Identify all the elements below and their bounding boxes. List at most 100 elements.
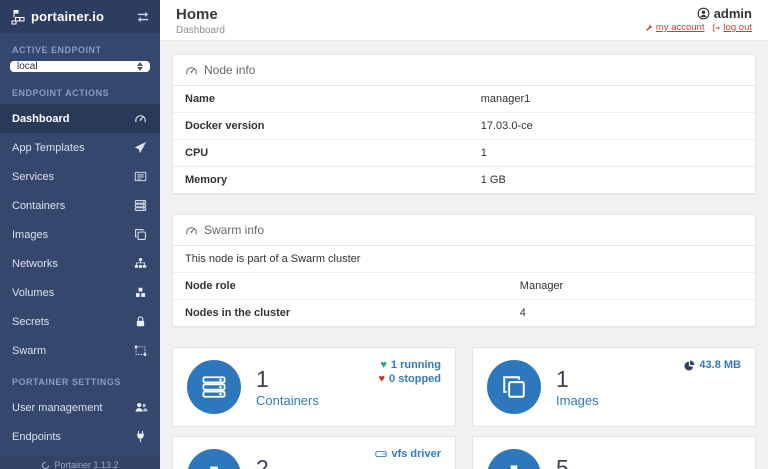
sidebar-item-label: Services: [12, 170, 55, 183]
page-header: Home Dashboard admin my account log out: [160, 0, 768, 41]
networks-tile[interactable]: 5 Networks: [472, 436, 756, 469]
sidebar-item-images[interactable]: Images: [0, 220, 160, 249]
portainer-logo[interactable]: portainer.io: [10, 9, 104, 25]
containers-tile[interactable]: 1 Containers ♥ 1 running ♥ 0 stopped: [172, 347, 456, 427]
rocket-icon: [133, 141, 148, 154]
running-annotation: ♥ 1 running: [380, 359, 441, 371]
lock-icon: [133, 315, 148, 328]
portainer-app: portainer.io ACTIVE ENDPOINT local ENDPO…: [0, 0, 768, 469]
endpoint-actions-menu: Dashboard App Templates Services Contain…: [0, 104, 160, 365]
sidebar-item-label: Endpoints: [12, 430, 61, 443]
cubes-icon: [187, 449, 241, 469]
pie-chart-icon: [684, 360, 695, 371]
tile-text: 1 Images: [556, 366, 599, 408]
volumes-annotations: vfs driver: [375, 448, 441, 460]
row-value: 17.03.0-ce: [480, 120, 533, 132]
page-title: Home: [176, 6, 218, 23]
tachometer-icon: [186, 226, 197, 234]
brand-text: portainer.io: [31, 9, 105, 24]
circle-notch-icon: [42, 461, 50, 469]
containers-label: Containers: [256, 393, 319, 409]
row-value: 1: [480, 147, 487, 159]
sidebar-item-label: Secrets: [12, 315, 50, 328]
sidebar-item-label: Networks: [12, 257, 58, 270]
row-value: Manager: [519, 280, 564, 292]
sitemap-icon: [133, 257, 148, 270]
clone-icon: [133, 228, 148, 241]
portainer-settings-menu: User management Endpoints: [0, 393, 160, 456]
table-row: Nodes in the cluster 4: [173, 300, 755, 326]
row-value: manager1: [480, 93, 531, 105]
endpoint-select-value: local: [17, 61, 38, 72]
sidebar-item-dashboard[interactable]: Dashboard: [0, 104, 160, 133]
sidebar-header: portainer.io: [0, 0, 160, 33]
tile-text: 1 Containers: [256, 366, 319, 408]
row-label: Nodes in the cluster: [185, 307, 291, 319]
swarm-info-table: This node is part of a Swarm cluster Nod…: [173, 246, 755, 326]
row-label: CPU: [185, 147, 209, 159]
sidebar-item-services[interactable]: Services: [0, 162, 160, 191]
tachometer-icon: [186, 66, 197, 74]
main-area: Home Dashboard admin my account log out …: [160, 0, 768, 469]
driver-annotation: vfs driver: [375, 448, 441, 460]
images-count: 1: [556, 365, 569, 392]
wrench-icon: [645, 24, 653, 31]
stopped-text: 0 stopped: [389, 373, 441, 385]
sidebar-item-secrets[interactable]: Secrets: [0, 307, 160, 336]
containers-annotations: ♥ 1 running ♥ 0 stopped: [379, 359, 441, 385]
endpoint-actions-label: ENDPOINT ACTIONS: [12, 88, 110, 98]
row-value: 1 GB: [480, 174, 506, 186]
table-row: Docker version 17.03.0-ce: [173, 113, 755, 140]
user-circle-icon: [697, 7, 710, 20]
volumes-tile[interactable]: 2 Volumes vfs driver: [172, 436, 456, 469]
heartbeat-running-icon: ♥: [380, 358, 387, 371]
node-info-header: Node info: [173, 55, 755, 86]
row-value: 4: [519, 307, 526, 319]
my-account-link[interactable]: my account: [645, 22, 705, 33]
user-block: admin my account log out: [645, 6, 752, 40]
active-endpoint-label: ACTIVE ENDPOINT: [12, 45, 102, 55]
users-icon: [133, 401, 148, 414]
swarm-cluster-message: This node is part of a Swarm cluster: [173, 246, 755, 273]
server-icon: [187, 360, 241, 414]
panel-title: Node info: [204, 63, 256, 77]
dashboard-tiles: 1 Containers ♥ 1 running ♥ 0 stopped 1 I…: [172, 347, 756, 469]
breadcrumb: Dashboard: [176, 25, 225, 36]
portainer-settings-label: PORTAINER SETTINGS: [12, 377, 121, 387]
sidebar-item-volumes[interactable]: Volumes: [0, 278, 160, 307]
my-account-label: my account: [655, 22, 705, 33]
images-tile[interactable]: 1 Images 43.8 MB: [472, 347, 756, 427]
tachometer-icon: [133, 112, 148, 125]
sidebar-item-containers[interactable]: Containers: [0, 191, 160, 220]
sidebar-item-label: Volumes: [12, 286, 55, 299]
sidebar-item-app-templates[interactable]: App Templates: [0, 133, 160, 162]
sidebar-item-label: Swarm: [12, 344, 47, 357]
account-links: my account log out: [645, 22, 752, 33]
select-arrows-icon: [137, 62, 143, 71]
sidebar: portainer.io ACTIVE ENDPOINT local ENDPO…: [0, 0, 160, 469]
size-annotation: 43.8 MB: [684, 359, 741, 371]
heartbeat-stopped-icon: ♥: [378, 372, 386, 385]
running-text: 1 running: [390, 359, 441, 371]
volumes-count: 2: [256, 454, 269, 469]
row-label: Docker version: [185, 120, 265, 132]
title-block: Home Dashboard: [176, 6, 225, 40]
sidebar-toggle-exchange-icon[interactable]: [136, 11, 150, 23]
row-label: Node role: [185, 280, 236, 292]
sidebar-item-endpoints[interactable]: Endpoints: [0, 422, 160, 451]
tile-text: 5 Networks: [556, 455, 610, 469]
sitemap-icon: [487, 449, 541, 469]
log-out-link[interactable]: log out: [712, 22, 752, 33]
endpoint-select[interactable]: local: [10, 61, 150, 72]
swarm-info-panel: Swarm info This node is part of a Swarm …: [172, 214, 756, 327]
driver-text: vfs driver: [391, 448, 441, 460]
portainer-version: Portainer 1.13.2: [54, 460, 119, 469]
portainer-crane-icon: [11, 9, 25, 24]
table-row: Node role Manager: [173, 273, 755, 300]
sidebar-item-swarm[interactable]: Swarm: [0, 336, 160, 365]
sidebar-item-networks[interactable]: Networks: [0, 249, 160, 278]
sidebar-item-label: User management: [12, 401, 103, 414]
sidebar-item-user-management[interactable]: User management: [0, 393, 160, 422]
hdd-icon: [375, 451, 388, 458]
server-icon: [133, 199, 148, 212]
